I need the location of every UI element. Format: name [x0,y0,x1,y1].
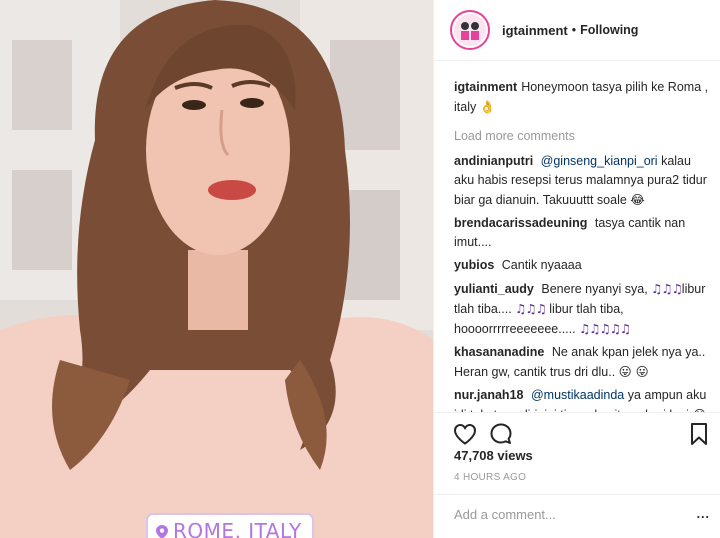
comment-item: nur.janah18 @mustikaadinda ya ampun aku … [454,386,712,412]
comment-username[interactable]: nur.janah18 [454,388,523,402]
post-photo[interactable]: ROME, ITALY [0,0,433,538]
music-note-icon: ♫♫♫ [651,281,683,296]
comment-username[interactable]: andinianputri [454,154,533,168]
comment-mention[interactable]: @ginseng_kianpi_ori [541,154,658,168]
comment-text: Benere nyanyi sya, [541,282,648,296]
load-more-comments-button[interactable]: Load more comments [454,127,712,146]
selfie-image [0,0,433,538]
comment-username[interactable]: yubios [454,258,494,272]
heart-icon[interactable] [452,421,478,447]
location-label: ROME, ITALY [173,519,302,538]
post-header: igtainment • Following [434,0,720,61]
music-note-icon: ♫♫♫ [515,301,547,316]
following-button[interactable]: Following [580,23,638,37]
comment-item: andinianputri @ginseng_kianpi_ori kalau … [454,152,712,210]
location-pin-icon [156,525,168,538]
location-sticker[interactable]: ROME, ITALY [146,513,314,538]
caption: igtainment Honeymoon tasya pilih ke Roma … [454,78,712,117]
comment-username[interactable]: khasananadine [454,345,544,359]
comment-mention[interactable]: @mustikaadinda [531,388,624,402]
instagram-post-view: ROME, ITALY igtainment • Following igtai… [0,0,720,538]
comment-username[interactable]: brendacarissadeuning [454,216,587,230]
add-comment-bar: ... [434,494,720,538]
comment-item: yubios Cantik nyaaaa [454,256,712,275]
comment-username[interactable]: yulianti_audy [454,282,534,296]
music-note-icon: ♫♫♫♫♫ [579,321,631,336]
header-username[interactable]: igtainment [502,23,568,38]
more-options-button[interactable]: ... [697,507,710,521]
comment-icon[interactable] [488,421,514,447]
bookmark-icon[interactable] [686,421,712,447]
caption-username[interactable]: igtainment [454,80,517,94]
comment-item: yulianti_audy Benere nyanyi sya, ♫♫♫libu… [454,279,712,339]
post-side-panel: igtainment • Following igtainment Honeymo… [433,0,720,538]
comment-emoji: 😂 [630,192,645,207]
view-count[interactable]: 47,708 views [454,448,533,463]
comment-emoji: 😛 😛 [618,364,649,379]
profile-avatar[interactable] [450,10,490,50]
comment-text: Cantik nyaaaa [501,258,582,272]
post-actions-bar [434,412,720,448]
header-separator: • [571,23,577,37]
comment-item: brendacarissadeuning tasya cantik nan im… [454,214,712,252]
caption-emoji: 👌 [479,99,496,114]
comment-item: khasananadine Ne anak kpan jelek nya ya.… [454,343,712,382]
avatar-image [454,14,486,46]
add-comment-input[interactable] [454,507,694,522]
post-timestamp: 4 HOURS AGO [454,472,527,483]
comments-list: igtainment Honeymoon tasya pilih ke Roma … [454,78,712,412]
